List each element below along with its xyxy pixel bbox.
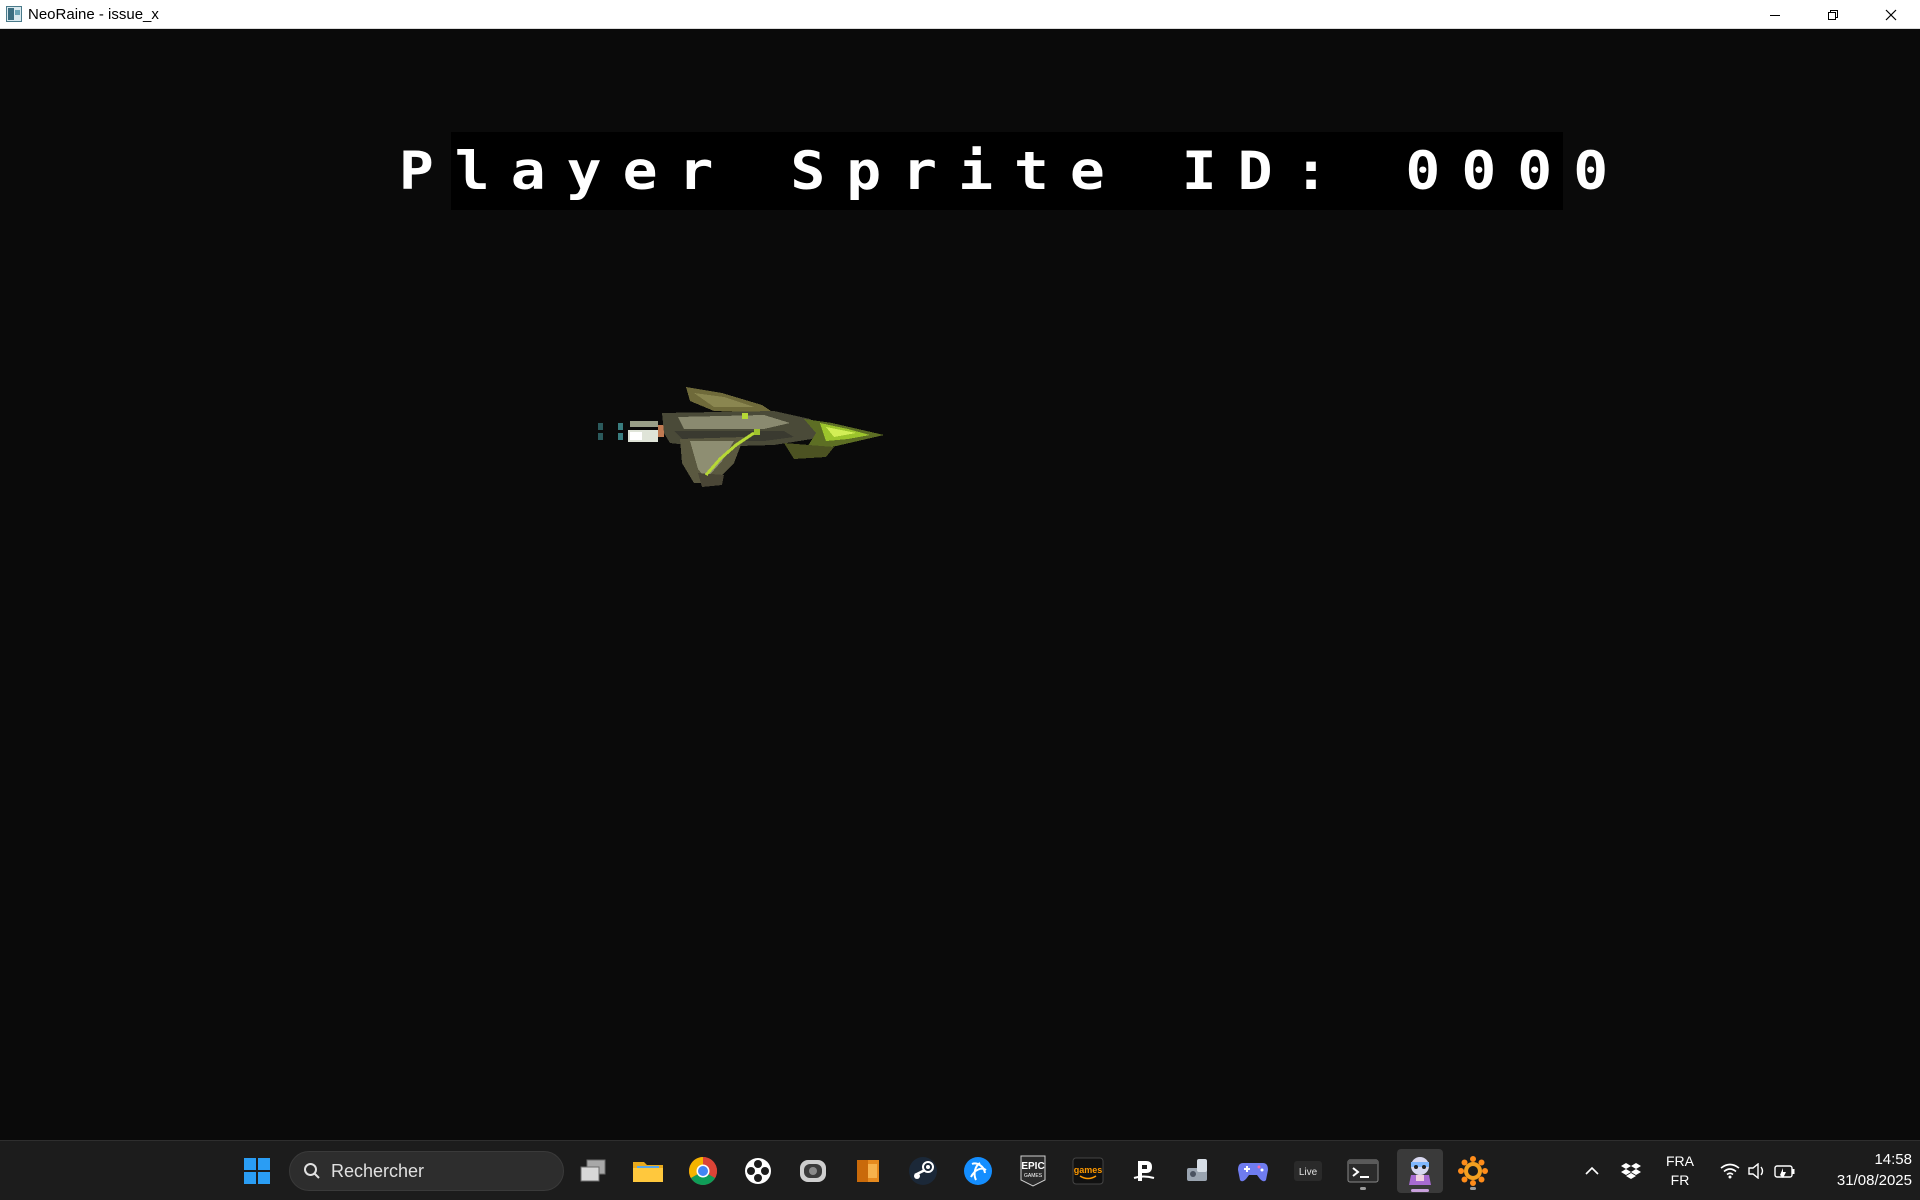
taskbar: Rechercher EPIC GAMES games Live FRA FR … [0, 1140, 1920, 1200]
terminal-icon [1347, 1159, 1379, 1183]
steam-icon [909, 1157, 937, 1185]
xnview-button[interactable] [1453, 1151, 1493, 1191]
wifi-icon [1720, 1163, 1740, 1179]
epic-sublabel: GAMES [1024, 1173, 1043, 1179]
live-app-icon: Live [1294, 1161, 1322, 1181]
taskbar-search[interactable]: Rechercher [289, 1151, 564, 1191]
file-explorer-button[interactable] [628, 1151, 668, 1191]
ubisoft-connect-button[interactable] [1178, 1151, 1218, 1191]
restore-button[interactable] [1804, 0, 1862, 29]
neoraine-active-indicator [1411, 1189, 1429, 1192]
orange-app-button[interactable] [848, 1151, 888, 1191]
window-title-bar[interactable]: NeoRaine - issue_x [0, 0, 1920, 29]
show-hidden-icons-button[interactable] [1576, 1141, 1608, 1200]
volume-icon [1748, 1163, 1764, 1179]
console-app-button[interactable] [793, 1151, 833, 1191]
ubisoft-connect-icon [1187, 1159, 1207, 1181]
amazon-games-icon: games [1072, 1157, 1104, 1185]
sprite-id-text: Player Sprite ID: 0000 [398, 140, 1630, 202]
window-controls [1746, 0, 1920, 29]
epic-games-icon: EPIC GAMES [1020, 1155, 1046, 1187]
chrome-icon [689, 1157, 717, 1185]
start-button[interactable] [237, 1151, 277, 1191]
epic-label: EPIC [1021, 1161, 1044, 1172]
live-app-button[interactable]: Live [1288, 1151, 1328, 1191]
terminal-button[interactable] [1343, 1151, 1383, 1191]
close-icon [1885, 9, 1897, 20]
search-icon [304, 1163, 320, 1179]
dropbox-icon [1621, 1163, 1641, 1179]
clock-date: 31/08/2025 [1836, 1172, 1912, 1189]
keyboard-layout: FR [1670, 1172, 1690, 1188]
taskbar-clock[interactable]: 14:58 31/08/2025 [1800, 1149, 1912, 1191]
playnite-button[interactable] [738, 1151, 778, 1191]
game-screen[interactable]: Player Sprite ID: 0000 [0, 30, 1920, 1140]
player-ship-sprite [598, 387, 884, 487]
controller-app-icon [1238, 1163, 1268, 1182]
close-button[interactable] [1862, 0, 1920, 29]
sprite-id-banner: Player Sprite ID: 0000 [399, 132, 1608, 210]
file-explorer-icon [633, 1162, 663, 1182]
restore-icon [1828, 9, 1838, 20]
amazon-games-button[interactable]: games [1068, 1151, 1108, 1191]
language-code: FRA [1666, 1153, 1694, 1169]
steam-deck-app-icon [800, 1160, 826, 1182]
ea-app-button[interactable] [1123, 1151, 1163, 1191]
minimize-button[interactable] [1746, 0, 1804, 29]
window-title: NeoRaine - issue_x [28, 5, 159, 23]
battery-icon [1774, 1165, 1795, 1178]
quick-settings-button[interactable] [1714, 1141, 1802, 1200]
clock-time: 14:58 [1874, 1151, 1912, 1168]
input-language-button[interactable]: FRA FR [1654, 1141, 1706, 1200]
ea-app-icon [1133, 1161, 1155, 1181]
windows-start-icon [244, 1158, 270, 1184]
gamepad-app-icon [745, 1158, 771, 1184]
search-placeholder: Rechercher [331, 1160, 425, 1181]
neoraine-icon [1409, 1157, 1431, 1185]
battlenet-icon [964, 1157, 992, 1185]
amazon-label: games [1074, 1165, 1103, 1175]
epic-games-button[interactable]: EPIC GAMES [1013, 1151, 1053, 1191]
xnview-icon [1458, 1156, 1488, 1186]
steam-button[interactable] [903, 1151, 943, 1191]
minimize-icon [1770, 14, 1780, 16]
task-view-button[interactable] [573, 1151, 613, 1191]
xnview-running-indicator [1470, 1187, 1476, 1190]
folder-app-icon [857, 1160, 879, 1182]
controller-app-button[interactable] [1233, 1151, 1273, 1191]
neoraine-button[interactable] [1397, 1149, 1443, 1193]
battlenet-button[interactable] [958, 1151, 998, 1191]
chrome-button[interactable] [683, 1151, 723, 1191]
terminal-running-indicator [1360, 1187, 1366, 1190]
chevron-up-icon [1585, 1166, 1599, 1175]
live-label: Live [1299, 1167, 1318, 1178]
task-view-icon [580, 1159, 606, 1182]
neoraine-app-icon [6, 6, 22, 22]
dropbox-tray-button[interactable] [1616, 1141, 1646, 1200]
